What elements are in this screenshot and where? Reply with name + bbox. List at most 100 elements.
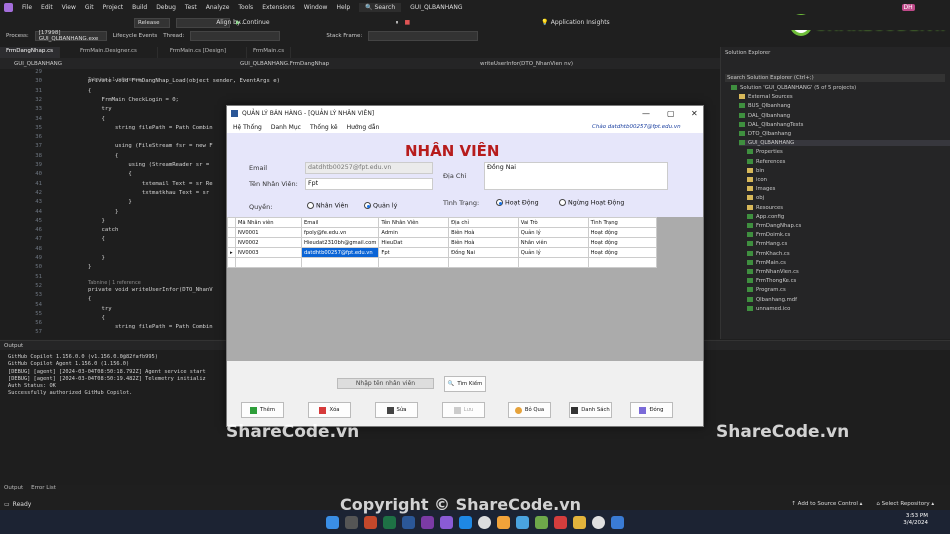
code-line[interactable]: catch [88, 227, 118, 233]
table-cell[interactable] [378, 257, 450, 268]
solution-item[interactable]: unnamed.ico [747, 305, 790, 312]
solution-item[interactable]: FrmDangNhap.cs [747, 223, 801, 229]
lifecycle-events[interactable]: Lifecycle Events [113, 33, 158, 39]
solution-item[interactable]: GUI_QLBANHANG [739, 140, 950, 147]
table-cell[interactable]: Hoạt động [587, 227, 658, 238]
table-cell[interactable]: Hieudat2310bh@gmail.com [300, 237, 380, 248]
code-line[interactable]: private void FrmDangNhap_Load(object sen… [88, 78, 280, 84]
close-form-button[interactable]: Đóng [630, 402, 673, 418]
solution-item[interactable]: Solution 'GUI_QLBANHANG' (5 of 5 project… [731, 85, 856, 91]
table-cell[interactable]: fpoly@fe.edu.vn [300, 227, 380, 238]
menu-help[interactable]: Help [336, 4, 350, 11]
menu-git[interactable]: Git [85, 4, 94, 11]
menu-edit[interactable]: Edit [41, 4, 53, 11]
tab-frmdangnhap[interactable]: FrmDangNhap.cs [0, 47, 60, 58]
menu-thong-ke[interactable]: Thống kê [310, 124, 338, 131]
code-line[interactable]: txtemail Text = sr Re [88, 181, 213, 187]
table-cell[interactable]: Hoạt động [587, 247, 658, 258]
code-line[interactable]: } [88, 218, 104, 224]
minimize-button[interactable]: — [642, 109, 650, 118]
solution-item[interactable]: DAL_QlbanhangTests [739, 121, 803, 128]
solution-item[interactable]: icon [747, 177, 767, 183]
solution-item[interactable]: obj [747, 195, 764, 201]
new-row[interactable] [227, 257, 658, 268]
table-cell[interactable] [300, 257, 380, 268]
table-cell[interactable]: datdhtb00257@fpt.edu.vn [300, 247, 380, 258]
select-repository[interactable]: ⌂ Select Repository ▴ [876, 501, 934, 507]
powerpoint-icon[interactable] [364, 515, 377, 529]
app-insights-button[interactable]: 💡 Application Insights [541, 19, 609, 26]
menu-build[interactable]: Build [132, 4, 147, 11]
solution-item[interactable]: FrmHang.cs [747, 241, 787, 247]
excel-icon[interactable] [383, 515, 396, 529]
table-cell[interactable]: Biên Hoà [448, 227, 519, 238]
process-dropdown[interactable]: [17998] GUI_QLBANHANG.exe [34, 30, 107, 42]
row-header-cell[interactable]: ▸ [227, 247, 236, 258]
menu-test[interactable]: Test [185, 4, 197, 11]
code-line[interactable]: string filePath = Path Combin [88, 324, 213, 330]
table-cell[interactable] [587, 257, 658, 268]
table-row[interactable]: NV0002 Hieudat2310bh@gmail.com HieuDat Biên… [227, 237, 658, 248]
config-dropdown[interactable]: Release [134, 17, 170, 28]
visual-studio-icon[interactable] [440, 515, 453, 529]
app-icon[interactable] [516, 515, 529, 529]
word-icon[interactable] [402, 515, 415, 529]
code-line[interactable]: { [88, 88, 91, 94]
table-cell[interactable]: Fpt [378, 247, 450, 258]
table-cell[interactable]: Hoạt động [587, 237, 658, 248]
table-cell[interactable]: HieuDat [378, 237, 450, 248]
solution-item[interactable]: Images [747, 186, 775, 192]
search-button[interactable]: 🔍 Tìm Kiếm [444, 376, 486, 392]
table-row[interactable]: NV0001 fpoly@fe.edu.vn Admin Biên Hoà Quản l… [227, 227, 658, 238]
table-row[interactable]: ▸ NV0003 datdhtb00257@fpt.edu.vn Fpt Đồng Na… [227, 247, 658, 258]
row-header-cell[interactable] [227, 227, 236, 238]
vs-logo-icon[interactable] [4, 3, 13, 12]
edit-button[interactable]: Sửa [375, 402, 418, 418]
address-field[interactable]: Đồng Nai [484, 162, 668, 190]
tab-frmmain[interactable]: FrmMain.cs [247, 47, 292, 58]
search-box[interactable]: 🔍 Search [359, 3, 402, 12]
code-line[interactable]: } [88, 255, 104, 261]
code-line[interactable]: { [88, 236, 104, 242]
solution-item[interactable]: DAL_Qlbanhang [739, 112, 790, 119]
stack-frame-dropdown[interactable] [368, 31, 479, 41]
solution-item[interactable]: Properties [747, 149, 783, 155]
email-field[interactable]: datdhtb00257@fpt.edu.vn [305, 162, 433, 174]
nav-class[interactable]: GUI_QLBANHANG.FrmDangNhap [170, 61, 400, 67]
code-line[interactable]: } [88, 209, 118, 215]
solution-item[interactable]: References [747, 158, 785, 165]
save-button[interactable]: Lưu [442, 402, 485, 418]
nav-project[interactable]: GUI_QLBANHANG [0, 61, 170, 67]
solution-item[interactable]: bin [747, 167, 764, 174]
table-cell[interactable]: NV0002 [234, 237, 302, 248]
onenote-icon[interactable] [421, 515, 434, 529]
code-line[interactable]: } [88, 199, 131, 205]
code-line[interactable]: { [88, 116, 104, 122]
tab-frmmain-designer[interactable]: FrmMain.Designer.cs [60, 47, 158, 58]
menu-tools[interactable]: Tools [238, 4, 253, 11]
menu-project[interactable]: Project [103, 4, 124, 11]
vscode-icon[interactable] [459, 515, 472, 529]
system-clock[interactable]: 3:53 PM 3/4/2024 [898, 513, 928, 527]
solution-explorer-search[interactable]: Search Solution Explorer (Ctrl+;) [725, 74, 945, 82]
menu-analyze[interactable]: Analyze [206, 4, 230, 11]
table-cell[interactable]: Đồng Nai [448, 247, 519, 258]
code-line[interactable]: txtmatkhau Text = sr [88, 190, 209, 196]
start-icon[interactable] [326, 515, 339, 529]
role-option-quan-ly[interactable]: Quản lý [364, 202, 397, 210]
table-cell[interactable]: Quản lý [517, 227, 589, 238]
solution-item[interactable]: FrmNhanVien.cs [747, 269, 799, 275]
code-line[interactable]: using (FileStream fsr = new F [88, 143, 213, 149]
table-cell[interactable]: Quản lý [517, 247, 589, 258]
menu-danh-muc[interactable]: Danh Mục [271, 124, 301, 131]
solution-item[interactable]: FrmMain.cs [747, 259, 786, 266]
row-header-cell[interactable] [227, 237, 236, 248]
maximize-button[interactable]: ▢ [667, 109, 675, 118]
app-icon[interactable] [611, 515, 624, 529]
column-header[interactable]: Email [300, 217, 380, 228]
code-line[interactable]: { [88, 315, 104, 321]
column-header[interactable]: Địa chỉ [448, 217, 519, 228]
code-line[interactable]: { [88, 153, 118, 159]
solution-item[interactable]: App.config [747, 213, 784, 220]
cancel-button[interactable]: Bỏ Qua [508, 402, 551, 418]
